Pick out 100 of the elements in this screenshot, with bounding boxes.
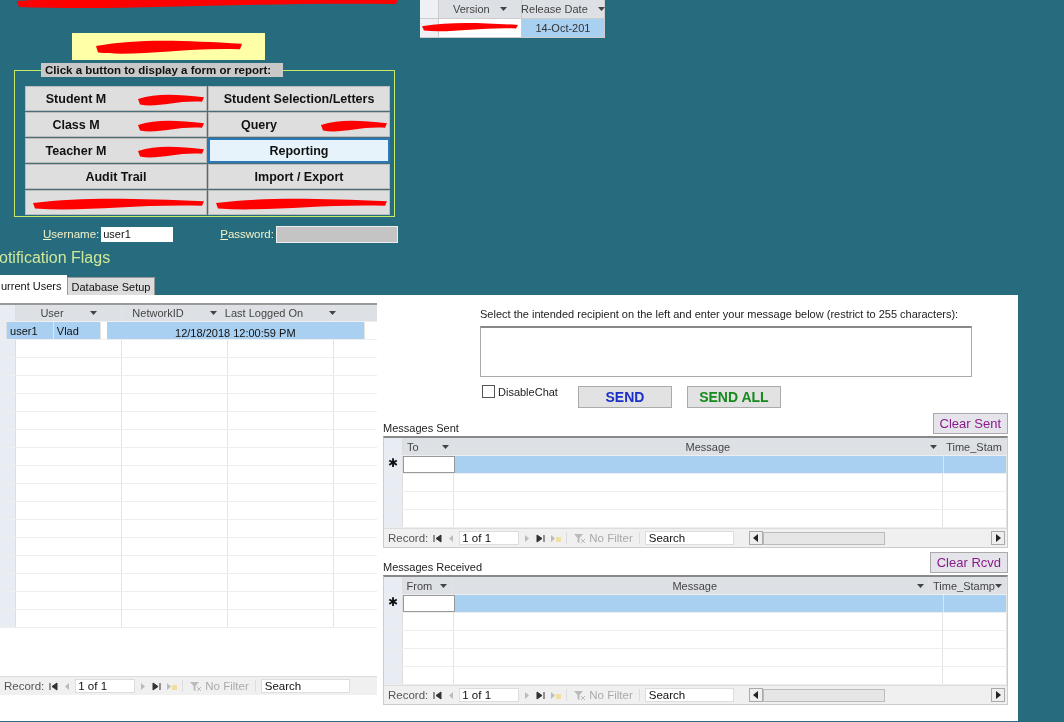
next-record-icon[interactable]	[524, 690, 532, 700]
record-position-field[interactable]: 1 of 1	[75, 679, 136, 693]
password-field[interactable]	[275, 225, 398, 243]
scroll-left-icon[interactable]	[748, 688, 763, 702]
new-record-icon[interactable]	[550, 690, 562, 700]
horizontal-scrollbar[interactable]	[748, 531, 1005, 545]
tab[interactable]: Database Setup	[66, 277, 156, 295]
last-record-icon[interactable]	[536, 690, 546, 700]
first-record-icon[interactable]	[49, 681, 59, 691]
row-selector[interactable]	[0, 376, 16, 393]
previous-record-icon[interactable]	[447, 690, 455, 700]
row-selector[interactable]	[0, 538, 16, 555]
row-selector[interactable]	[384, 577, 403, 594]
last-record-icon[interactable]	[152, 681, 162, 691]
search-field[interactable]: Search	[260, 679, 350, 693]
disable-chat-checkbox[interactable]: DisableChat	[482, 385, 558, 398]
sort-caret-icon[interactable]	[930, 444, 938, 449]
column-header[interactable]: From	[402, 577, 453, 594]
table-cell: user1	[7, 322, 54, 339]
sort-caret-icon[interactable]	[597, 7, 605, 11]
new-record-cell[interactable]	[403, 456, 455, 473]
send-button[interactable]: SEND	[577, 386, 672, 408]
row-selector[interactable]	[0, 322, 8, 339]
row-selector[interactable]	[0, 592, 16, 609]
row-selector[interactable]	[384, 631, 403, 648]
next-record-icon[interactable]	[524, 533, 532, 543]
column-header[interactable]: User	[16, 305, 122, 321]
row-selector[interactable]	[0, 574, 16, 591]
row-selector[interactable]	[384, 649, 403, 666]
column-header[interactable]: Release Date	[521, 0, 605, 18]
menu-button[interactable]	[208, 190, 390, 215]
row-selector[interactable]	[0, 412, 16, 429]
horizontal-scrollbar[interactable]	[748, 688, 1005, 702]
column-header[interactable]: To	[402, 438, 454, 455]
row-selector[interactable]	[384, 474, 403, 491]
sort-caret-icon[interactable]	[209, 311, 217, 315]
tab[interactable]: urrent Users	[0, 275, 67, 295]
menu-button[interactable]: Teacher M	[25, 138, 207, 163]
search-field[interactable]: Search	[644, 531, 734, 545]
new-record-icon[interactable]	[550, 533, 562, 543]
column-header[interactable]: Time_Stamp	[929, 577, 1007, 594]
row-selector[interactable]	[0, 520, 16, 537]
row-selector[interactable]	[0, 502, 16, 519]
sort-caret-icon[interactable]	[499, 7, 507, 11]
menu-button[interactable]: Audit Trail	[25, 164, 207, 189]
first-record-icon[interactable]	[433, 533, 443, 543]
row-selector[interactable]	[384, 492, 403, 509]
column-header[interactable]: Message	[452, 577, 930, 594]
row-selector[interactable]	[384, 667, 403, 684]
record-label: Record:	[388, 532, 429, 544]
sort-caret-icon[interactable]	[329, 311, 337, 315]
clear-button[interactable]: Clear Rcvd	[929, 552, 1008, 573]
column-header[interactable]: Time_Stam	[942, 438, 1007, 455]
row-selector[interactable]	[0, 484, 16, 501]
search-field[interactable]: Search	[644, 688, 734, 702]
next-record-icon[interactable]	[140, 681, 148, 691]
row-selector[interactable]	[0, 610, 16, 627]
sort-caret-icon[interactable]	[995, 583, 1002, 588]
column-header[interactable]: Version	[438, 0, 522, 18]
table-cell: Vlad	[53, 322, 101, 339]
row-selector[interactable]	[384, 438, 403, 455]
row-selector[interactable]	[0, 305, 16, 321]
menu-button[interactable]: Class M	[25, 112, 207, 137]
new-record-icon[interactable]	[166, 681, 178, 691]
username-field[interactable]: user1	[101, 226, 174, 242]
row-selector[interactable]	[0, 556, 16, 573]
menu-button[interactable]: Reporting	[208, 138, 390, 163]
menu-button[interactable]: Student M	[25, 86, 207, 111]
menu-button[interactable]: Student Selection/Letters	[208, 86, 390, 111]
sort-caret-icon[interactable]	[441, 444, 449, 449]
table-cell: 14-Oct-201	[521, 19, 605, 37]
last-record-icon[interactable]	[536, 533, 546, 543]
row-selector[interactable]	[0, 466, 16, 483]
row-selector[interactable]	[384, 613, 403, 630]
message-field[interactable]	[480, 326, 972, 377]
new-record-cell[interactable]	[403, 595, 455, 612]
funnel-icon	[573, 689, 587, 701]
sort-caret-icon[interactable]	[89, 311, 97, 315]
row-selector[interactable]	[0, 394, 16, 411]
menu-button[interactable]: Query	[208, 112, 390, 137]
column-header[interactable]: Message	[453, 438, 943, 455]
menu-button[interactable]: Import / Export	[208, 164, 390, 189]
row-selector[interactable]	[384, 510, 403, 527]
record-position-field[interactable]: 1 of 1	[459, 531, 520, 545]
previous-record-icon[interactable]	[447, 533, 455, 543]
sort-caret-icon[interactable]	[917, 583, 925, 588]
row-selector[interactable]	[0, 448, 16, 465]
scroll-right-icon[interactable]	[991, 688, 1005, 702]
first-record-icon[interactable]	[433, 690, 443, 700]
row-selector[interactable]	[420, 0, 439, 18]
row-selector[interactable]	[0, 358, 16, 375]
menu-button[interactable]	[25, 190, 207, 215]
record-position-field[interactable]: 1 of 1	[459, 688, 520, 702]
clear-button[interactable]: Clear Sent	[932, 413, 1008, 434]
row-selector[interactable]	[0, 430, 16, 447]
previous-record-icon[interactable]	[63, 681, 71, 691]
sort-caret-icon[interactable]	[440, 583, 448, 588]
row-selector[interactable]	[0, 340, 16, 357]
scroll-right-icon[interactable]	[991, 531, 1005, 545]
scroll-left-icon[interactable]	[748, 531, 763, 545]
